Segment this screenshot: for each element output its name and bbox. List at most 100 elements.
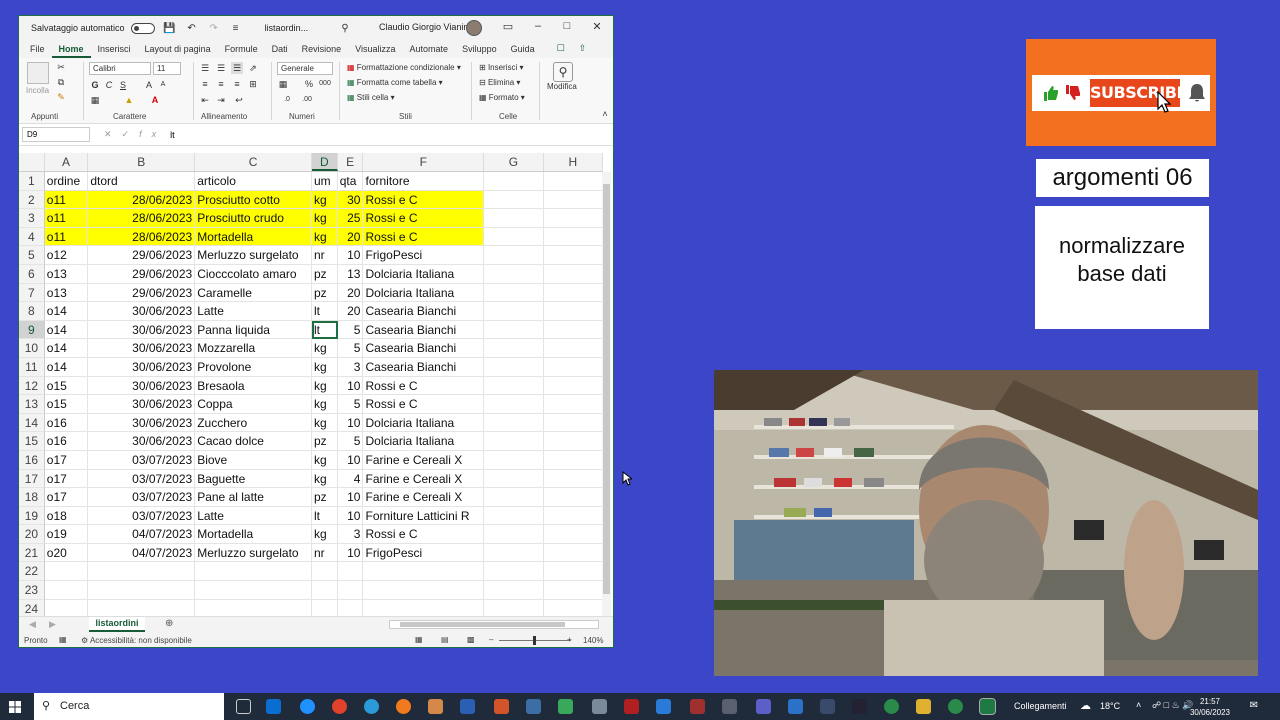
normal-view-icon[interactable]: ▦ (415, 635, 423, 644)
row-header[interactable]: 1 (19, 172, 45, 191)
cell-b21[interactable]: 04/07/2023 (88, 543, 196, 563)
cell-c24[interactable] (195, 599, 312, 616)
comment-icon[interactable]: ☐ (550, 43, 572, 58)
cell-g14[interactable] (484, 413, 544, 433)
cell-d22[interactable] (311, 562, 338, 582)
cell-g1[interactable] (484, 172, 544, 191)
cell-e22[interactable] (337, 562, 364, 582)
sheet-tab-listaordini[interactable]: listaordini (89, 617, 145, 632)
app-icon-4[interactable] (592, 699, 607, 714)
cell-f5[interactable]: FrigoPesci (363, 246, 485, 265)
cell-e4[interactable]: 20 (337, 227, 364, 247)
cell-h11[interactable] (543, 357, 603, 377)
cell-d21[interactable]: nr (311, 543, 338, 563)
cell-d9[interactable]: lt (311, 320, 338, 340)
chrome-icon[interactable] (332, 699, 347, 714)
redo-icon[interactable]: ↷ (207, 23, 221, 34)
cell-g18[interactable] (484, 488, 544, 507)
decrease-decimal-icon[interactable]: .00 (301, 94, 313, 106)
cell-c12[interactable]: Bresaola (195, 376, 312, 396)
cell-f13[interactable]: Rossi e C (363, 395, 485, 414)
cell-h18[interactable] (543, 488, 603, 507)
calculator-icon[interactable] (526, 699, 541, 714)
cell-b13[interactable]: 30/06/2023 (88, 395, 196, 414)
cell-f7[interactable]: Dolciaria Italiana (363, 283, 485, 303)
cell-h12[interactable] (543, 376, 603, 396)
cell-a8[interactable]: o14 (44, 302, 89, 321)
align-middle-icon[interactable]: ☰ (215, 62, 227, 74)
network-label[interactable]: Collegamenti (1014, 701, 1067, 711)
app-icon-11[interactable] (948, 699, 963, 714)
cell-b11[interactable]: 30/06/2023 (88, 357, 196, 377)
cell-d3[interactable]: kg (311, 209, 338, 228)
cell-e16[interactable]: 10 (337, 450, 364, 470)
firefox-icon[interactable] (396, 699, 411, 714)
cell-g23[interactable] (484, 581, 544, 600)
cell-d1[interactable]: um (311, 172, 338, 191)
row-header[interactable]: 13 (19, 395, 45, 414)
percent-icon[interactable]: % (303, 78, 315, 90)
cell-f23[interactable] (363, 581, 485, 600)
cell-g3[interactable] (484, 209, 544, 228)
tab-layout-di-pagina[interactable]: Layout di pagina (138, 44, 218, 58)
cell-b24[interactable] (88, 599, 196, 616)
cell-c9[interactable]: Panna liquida (195, 320, 312, 340)
cell-d7[interactable]: pz (311, 283, 338, 303)
user-name[interactable]: Claudio Giorgio Vianini (379, 22, 470, 32)
cell-a2[interactable]: o11 (44, 190, 89, 210)
cell-a12[interactable]: o15 (44, 376, 89, 396)
cell-b7[interactable]: 29/06/2023 (88, 283, 196, 303)
cell-b23[interactable] (88, 581, 196, 600)
clock[interactable]: 21:57 30/06/2023 (1190, 696, 1230, 718)
cell-f12[interactable]: Rossi e C (363, 376, 485, 396)
cell-styles-button[interactable]: ▦ Stili cella ▾ (347, 93, 395, 102)
column-header-c[interactable]: C (195, 153, 312, 171)
row-header[interactable]: 16 (19, 450, 45, 470)
cell-a18[interactable]: o17 (44, 488, 89, 507)
task-view-icon[interactable] (236, 699, 251, 714)
cell-g10[interactable] (484, 339, 544, 358)
merge-icon[interactable]: ⊞ (247, 78, 259, 90)
column-header-g[interactable]: G (484, 153, 544, 171)
row-header[interactable]: 19 (19, 506, 45, 526)
cell-d2[interactable]: kg (311, 190, 338, 210)
select-all-corner[interactable] (19, 153, 45, 171)
bold-icon[interactable]: G (89, 79, 101, 91)
save-icon[interactable]: 💾 (163, 23, 177, 34)
align-left-icon[interactable]: ≡ (199, 78, 211, 90)
cell-c15[interactable]: Cacao dolce (195, 432, 312, 451)
cell-a19[interactable]: o18 (44, 506, 89, 526)
cell-c22[interactable] (195, 562, 312, 582)
cell-c14[interactable]: Zucchero (195, 413, 312, 433)
cell-d23[interactable] (311, 581, 338, 600)
cell-f22[interactable] (363, 562, 485, 582)
underline-icon[interactable]: S (117, 79, 129, 91)
cell-b4[interactable]: 28/06/2023 (88, 227, 196, 247)
horizontal-scrollbar[interactable] (389, 620, 599, 629)
cell-e20[interactable]: 3 (337, 525, 364, 544)
cell-e18[interactable]: 10 (337, 488, 364, 507)
increase-decimal-icon[interactable]: .0 (281, 94, 293, 106)
cell-c21[interactable]: Merluzzo surgelato (195, 543, 312, 563)
zoom-in-icon[interactable]: + (567, 635, 572, 644)
zoom-slider-thumb[interactable] (533, 636, 536, 645)
worksheet-grid[interactable]: A B C D E F G H 1 ordine dtord articolo um qta fornito… (19, 153, 603, 616)
cell-a22[interactable] (44, 562, 89, 582)
cell-e13[interactable]: 5 (337, 395, 364, 414)
paste-icon[interactable] (27, 62, 49, 84)
cell-b17[interactable]: 03/07/2023 (88, 469, 196, 489)
windows-start-icon[interactable] (9, 701, 21, 713)
cell-c3[interactable]: Prosciutto crudo (195, 209, 312, 228)
column-header-a[interactable]: A (45, 153, 89, 171)
cell-a21[interactable]: o20 (44, 543, 89, 563)
cell-b2[interactable]: 28/06/2023 (88, 190, 196, 210)
tray-icons[interactable]: ☍ □ ♨ 🔊 (1152, 700, 1193, 711)
row-header[interactable]: 11 (19, 357, 45, 377)
cell-h5[interactable] (543, 246, 603, 265)
cell-a6[interactable]: o13 (44, 264, 89, 284)
cell-b20[interactable]: 04/07/2023 (88, 525, 196, 544)
cell-f2[interactable]: Rossi e C (363, 190, 485, 210)
cell-f6[interactable]: Dolciaria Italiana (363, 264, 485, 284)
cell-b5[interactable]: 29/06/2023 (88, 246, 196, 265)
number-format-box[interactable]: Generale (277, 62, 333, 75)
